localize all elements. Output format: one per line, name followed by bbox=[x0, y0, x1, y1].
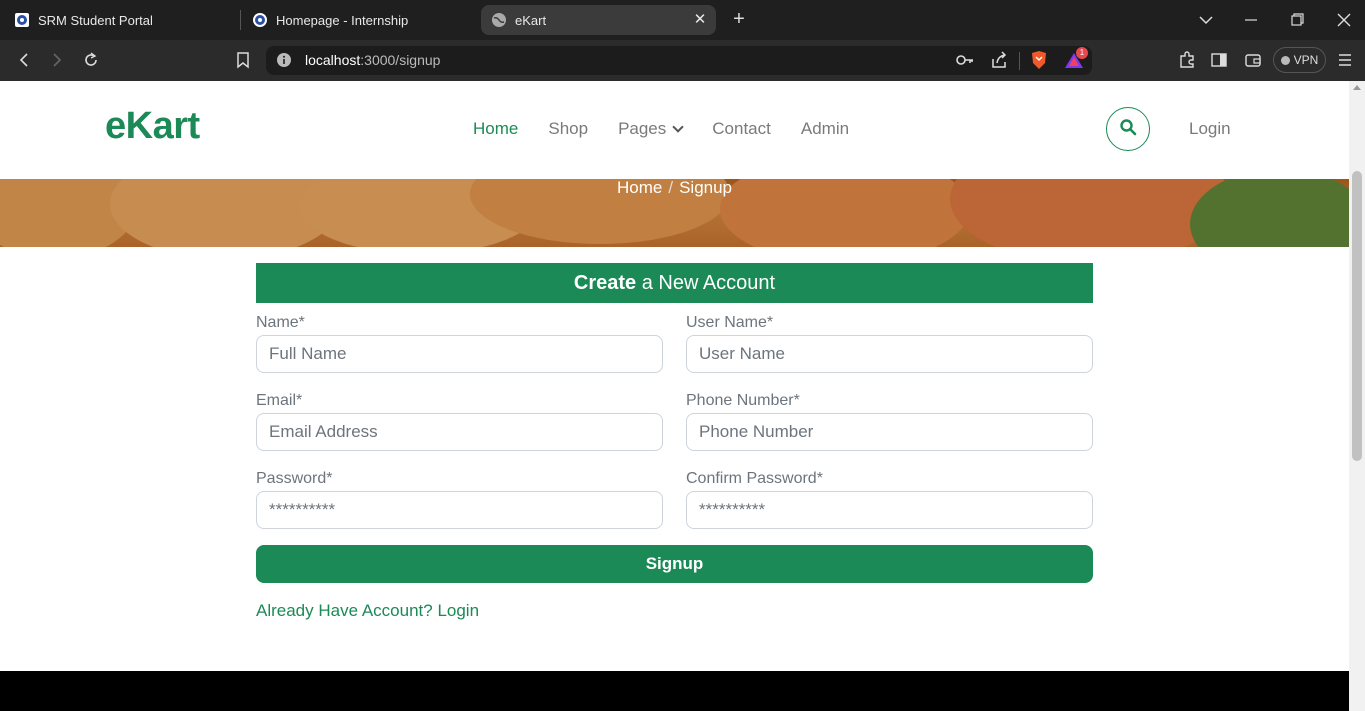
nav-pages[interactable]: Pages bbox=[618, 119, 684, 139]
signup-button[interactable]: Signup bbox=[256, 545, 1093, 583]
password-input[interactable] bbox=[256, 491, 663, 529]
nav-admin[interactable]: Admin bbox=[801, 119, 849, 139]
site-header: eKart Home Shop Pages Contact Admin Logi… bbox=[0, 81, 1349, 179]
site-footer bbox=[0, 671, 1349, 711]
tab-title: SRM Student Portal bbox=[38, 12, 153, 28]
confirm-password-input[interactable] bbox=[686, 491, 1093, 529]
bookmark-icon[interactable] bbox=[233, 50, 253, 70]
nav-shop[interactable]: Shop bbox=[548, 119, 588, 139]
nav-home[interactable]: Home bbox=[473, 119, 518, 139]
name-label: Name* bbox=[256, 314, 305, 331]
username-field-group: User Name* bbox=[686, 313, 1093, 373]
browser-tab-bar: SRM Student Portal Homepage - Internship… bbox=[0, 0, 1365, 40]
close-tab-icon[interactable]: ✕ bbox=[692, 12, 708, 28]
breadcrumb-current: Signup bbox=[679, 178, 733, 197]
minimize-icon[interactable] bbox=[1241, 10, 1261, 30]
url-text: localhost:3000/signup bbox=[305, 52, 441, 68]
globe-icon bbox=[491, 12, 507, 28]
email-field-group: Email* bbox=[256, 391, 663, 451]
menu-icon[interactable] bbox=[1335, 50, 1355, 70]
notification-badge: 1 bbox=[1076, 47, 1088, 59]
page-scrollbar[interactable] bbox=[1349, 81, 1365, 711]
site-info-icon[interactable] bbox=[276, 52, 292, 73]
already-have-account-link[interactable]: Already Have Account? Login bbox=[256, 601, 479, 621]
internship-favicon-icon bbox=[252, 12, 268, 28]
tab-homepage-internship[interactable]: Homepage - Internship bbox=[246, 5, 474, 35]
tab-title: Homepage - Internship bbox=[276, 12, 409, 28]
breadcrumb: Home / Signup bbox=[0, 178, 1349, 198]
phone-label: Phone Number* bbox=[686, 392, 800, 409]
password-label: Password* bbox=[256, 470, 333, 487]
confirm-password-field-group: Confirm Password* bbox=[686, 469, 1093, 529]
scroll-up-arrow-icon[interactable] bbox=[1353, 85, 1361, 90]
phone-field-group: Phone Number* bbox=[686, 391, 1093, 451]
close-window-icon[interactable] bbox=[1334, 10, 1354, 30]
tab-title: eKart bbox=[515, 12, 547, 28]
confirm-password-label: Confirm Password* bbox=[686, 470, 823, 487]
browser-toolbar: localhost:3000/signup 1 VPN bbox=[0, 40, 1365, 81]
forward-icon[interactable] bbox=[47, 50, 67, 70]
nav-contact[interactable]: Contact bbox=[712, 119, 771, 139]
email-input[interactable] bbox=[256, 413, 663, 451]
address-bar[interactable]: localhost:3000/signup 1 bbox=[266, 46, 1092, 75]
omnibox-divider bbox=[1019, 52, 1020, 70]
extensions-icon[interactable] bbox=[1177, 50, 1197, 70]
name-field-group: Name* bbox=[256, 313, 663, 373]
login-link[interactable]: Login bbox=[1189, 119, 1231, 139]
password-key-icon[interactable] bbox=[956, 52, 974, 73]
srm-favicon-icon bbox=[14, 12, 30, 28]
site-logo[interactable]: eKart bbox=[105, 105, 200, 148]
wallet-icon[interactable] bbox=[1243, 50, 1263, 70]
nav-pages-label: Pages bbox=[618, 119, 667, 138]
sidebar-icon[interactable] bbox=[1209, 50, 1229, 70]
restore-icon[interactable] bbox=[1287, 10, 1307, 30]
phone-input[interactable] bbox=[686, 413, 1093, 451]
username-label: User Name* bbox=[686, 314, 774, 331]
username-input[interactable] bbox=[686, 335, 1093, 373]
page-viewport: eKart Home Shop Pages Contact Admin Logi… bbox=[0, 81, 1349, 711]
vpn-button[interactable]: VPN bbox=[1273, 47, 1326, 73]
breadcrumb-home[interactable]: Home bbox=[617, 178, 662, 197]
new-tab-button[interactable]: + bbox=[729, 9, 749, 29]
scrollbar-thumb[interactable] bbox=[1352, 171, 1362, 461]
vpn-label: VPN bbox=[1293, 53, 1319, 67]
back-icon[interactable] bbox=[14, 50, 34, 70]
chevron-down-icon bbox=[672, 121, 684, 133]
reload-icon[interactable] bbox=[81, 50, 101, 70]
breadcrumb-separator: / bbox=[668, 178, 674, 197]
email-label: Email* bbox=[256, 392, 303, 409]
share-icon[interactable] bbox=[990, 51, 1008, 74]
password-field-group: Password* bbox=[256, 469, 663, 529]
tab-divider bbox=[240, 10, 241, 30]
form-title: Create a New Account bbox=[256, 263, 1093, 303]
tab-search-chevron-icon[interactable] bbox=[1196, 10, 1216, 30]
signup-form: Create a New Account Name* User Name* Em… bbox=[256, 263, 1093, 620]
main-nav: Home Shop Pages Contact Admin bbox=[473, 119, 849, 139]
search-icon bbox=[1119, 118, 1137, 141]
vpn-status-icon bbox=[1280, 55, 1290, 65]
brave-shield-icon[interactable] bbox=[1030, 50, 1048, 75]
name-input[interactable] bbox=[256, 335, 663, 373]
tab-ekart[interactable]: eKart ✕ bbox=[481, 5, 716, 35]
tab-srm-student-portal[interactable]: SRM Student Portal bbox=[6, 5, 234, 35]
search-button[interactable] bbox=[1106, 107, 1150, 151]
